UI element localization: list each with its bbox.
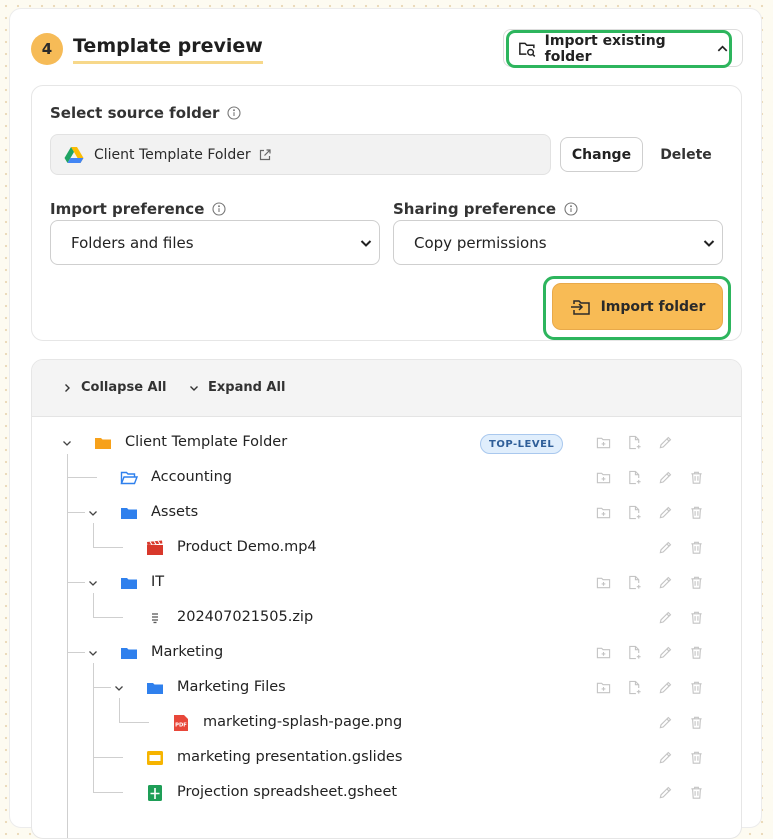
folder-search-icon bbox=[519, 42, 536, 57]
trash-icon[interactable] bbox=[689, 610, 704, 625]
step-number-badge: 4 bbox=[31, 33, 63, 65]
chevron-up-icon bbox=[717, 45, 728, 52]
source-folder-panel: Select source folder Client Template Fol… bbox=[31, 85, 742, 341]
pencil-icon[interactable] bbox=[658, 540, 673, 555]
pencil-icon[interactable] bbox=[658, 610, 673, 625]
tree-row[interactable]: Marketing bbox=[32, 639, 741, 667]
sharing-preference-select[interactable]: Copy permissions bbox=[393, 220, 723, 265]
trash-icon[interactable] bbox=[689, 680, 704, 695]
chevron-down-icon[interactable] bbox=[88, 578, 98, 588]
info-icon[interactable] bbox=[212, 202, 226, 216]
folder-orange-icon bbox=[95, 438, 111, 449]
trash-icon[interactable] bbox=[689, 785, 704, 800]
trash-icon[interactable] bbox=[689, 540, 704, 555]
info-icon[interactable] bbox=[564, 202, 578, 216]
trash-icon[interactable] bbox=[689, 470, 704, 485]
change-button[interactable]: Change bbox=[560, 137, 643, 172]
tree-row[interactable]: marketing presentation.gslides bbox=[32, 744, 741, 772]
trash-icon[interactable] bbox=[689, 715, 704, 730]
add-folder-icon[interactable] bbox=[596, 505, 611, 520]
add-folder-icon[interactable] bbox=[596, 680, 611, 695]
pencil-icon[interactable] bbox=[658, 785, 673, 800]
pencil-icon[interactable] bbox=[658, 470, 673, 485]
source-folder-name: Client Template Folder bbox=[94, 146, 251, 163]
add-file-icon[interactable] bbox=[627, 435, 642, 450]
google-slides-icon bbox=[147, 751, 163, 765]
template-preview-card: 4 Template preview Import existing folde… bbox=[9, 8, 762, 839]
zip-file-icon bbox=[152, 613, 158, 624]
pencil-icon[interactable] bbox=[658, 575, 673, 590]
tree-row[interactable]: Product Demo.mp4 bbox=[32, 534, 741, 562]
tree-row[interactable]: Marketing Files bbox=[32, 674, 741, 702]
pencil-icon[interactable] bbox=[658, 750, 673, 765]
pencil-icon[interactable] bbox=[658, 715, 673, 730]
chevron-down-icon[interactable] bbox=[88, 648, 98, 658]
add-file-icon[interactable] bbox=[627, 470, 642, 485]
folder-tree: Client Template Folder TOP-LEVEL Account… bbox=[32, 360, 741, 838]
external-link-icon[interactable] bbox=[258, 148, 272, 162]
add-folder-icon[interactable] bbox=[596, 645, 611, 660]
add-file-icon[interactable] bbox=[627, 575, 642, 590]
tree-row[interactable]: Projection spreadsheet.gsheet bbox=[32, 779, 741, 807]
chevron-down-icon[interactable] bbox=[62, 438, 72, 448]
page-title: Template preview bbox=[73, 34, 263, 64]
info-icon[interactable] bbox=[227, 106, 242, 120]
tree-row[interactable]: PDF marketing-splash-page.png bbox=[32, 709, 741, 737]
tree-row[interactable]: Client Template Folder TOP-LEVEL bbox=[32, 429, 741, 457]
folder-blue-icon bbox=[121, 648, 137, 659]
source-folder-display: Client Template Folder bbox=[50, 134, 551, 175]
svg-text:PDF: PDF bbox=[175, 723, 187, 729]
google-drive-icon bbox=[64, 146, 84, 163]
video-file-icon bbox=[147, 540, 163, 555]
tree-row[interactable]: IT bbox=[32, 569, 741, 597]
folder-blue-icon bbox=[121, 508, 137, 519]
trash-icon[interactable] bbox=[689, 575, 704, 590]
chevron-down-icon[interactable] bbox=[88, 508, 98, 518]
trash-icon[interactable] bbox=[689, 505, 704, 520]
chevron-down-icon[interactable] bbox=[114, 683, 124, 693]
add-folder-icon[interactable] bbox=[596, 470, 611, 485]
add-file-icon[interactable] bbox=[627, 680, 642, 695]
folder-open-outline-icon bbox=[120, 471, 138, 485]
pencil-icon[interactable] bbox=[658, 505, 673, 520]
trash-icon[interactable] bbox=[689, 645, 704, 660]
import-existing-label: Import existing folder bbox=[544, 33, 666, 65]
pencil-icon[interactable] bbox=[658, 645, 673, 660]
import-existing-folder-button[interactable]: Import existing folder bbox=[506, 30, 732, 68]
add-folder-icon[interactable] bbox=[596, 575, 611, 590]
source-folder-label: Select source folder bbox=[50, 104, 242, 122]
add-file-icon[interactable] bbox=[627, 645, 642, 660]
folder-tree-panel: Collapse All Expand All Client Template … bbox=[31, 359, 742, 839]
import-folder-button[interactable]: Import folder bbox=[552, 283, 723, 330]
trash-icon[interactable] bbox=[689, 750, 704, 765]
pencil-icon[interactable] bbox=[658, 435, 673, 450]
chevron-down-icon bbox=[360, 240, 372, 247]
tree-row[interactable]: Assets bbox=[32, 499, 741, 527]
folder-blue-icon bbox=[121, 578, 137, 589]
folder-import-icon bbox=[570, 299, 590, 315]
tree-row[interactable]: 202407021505.zip bbox=[32, 604, 741, 632]
chevron-down-icon bbox=[703, 240, 715, 247]
pdf-file-icon: PDF bbox=[174, 715, 188, 731]
import-preference-label: Import preference bbox=[50, 200, 226, 218]
sharing-preference-label: Sharing preference bbox=[393, 200, 578, 218]
google-sheets-icon bbox=[148, 785, 162, 801]
delete-button[interactable]: Delete bbox=[653, 137, 719, 172]
top-level-badge: TOP-LEVEL bbox=[480, 434, 564, 454]
folder-blue-icon bbox=[147, 683, 163, 694]
add-folder-icon[interactable] bbox=[596, 435, 611, 450]
import-preference-select[interactable]: Folders and files bbox=[50, 220, 380, 265]
tree-row[interactable]: Accounting bbox=[32, 464, 741, 492]
add-file-icon[interactable] bbox=[627, 505, 642, 520]
pencil-icon[interactable] bbox=[658, 680, 673, 695]
